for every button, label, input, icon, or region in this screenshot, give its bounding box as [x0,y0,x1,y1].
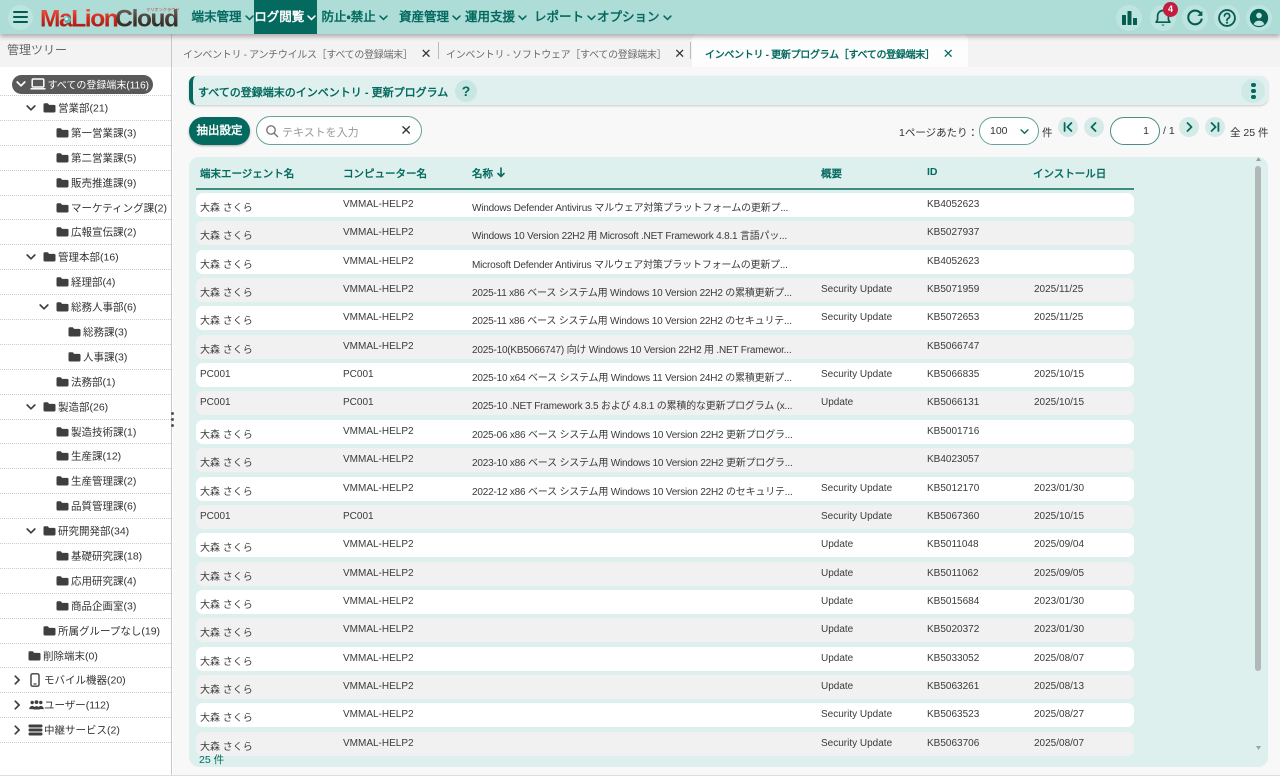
svg-text:マリオンクラウド: マリオンクラウド [146,6,180,13]
svg-text:MaLion: MaLion [40,6,118,33]
